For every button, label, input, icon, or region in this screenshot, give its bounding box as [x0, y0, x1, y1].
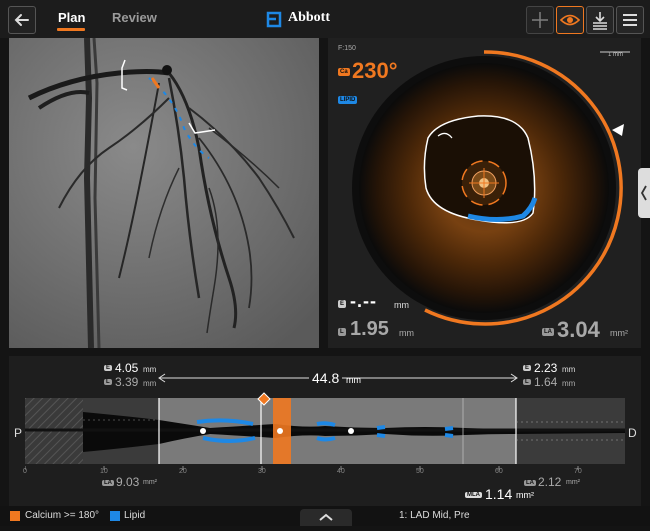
- distance-axis: [25, 466, 579, 470]
- left-la-unit: mm²: [143, 479, 157, 486]
- calcium-legend-label: Calcium >= 180°: [25, 510, 100, 521]
- oct-la-value: 3.04: [557, 317, 600, 342]
- vessel-label: 1: LAD Mid, Pre: [399, 510, 470, 521]
- oct-l-value: 1.95: [350, 318, 389, 340]
- axis-tick-60: 60: [495, 468, 503, 475]
- left-l-unit: mm: [143, 379, 157, 388]
- distal-label: D: [628, 426, 637, 440]
- expand-drawer-button[interactable]: [300, 509, 352, 526]
- back-button[interactable]: [8, 6, 36, 34]
- mla-unit: mm²: [516, 490, 534, 500]
- axis-tick-10: 10: [100, 468, 108, 475]
- e-tag: E: [338, 300, 347, 308]
- lipid-tag: LIPID: [338, 96, 358, 104]
- bottom-bar: Calcium >= 180° Lipid 1: LAD Mid, Pre: [0, 506, 650, 526]
- left-la-tag: LA: [102, 480, 114, 486]
- side-panel-toggle[interactable]: [638, 168, 650, 218]
- frame-number: F:150: [338, 45, 356, 52]
- right-e-tag: E: [523, 365, 532, 371]
- left-e-value: 4.05: [115, 361, 139, 375]
- tab-plan[interactable]: Plan: [58, 10, 85, 25]
- frame-marker-icon[interactable]: [257, 392, 271, 406]
- calcium-legend-swatch: [10, 511, 20, 521]
- oct-e-unit: mm: [394, 300, 409, 310]
- right-l-tag: L: [523, 379, 531, 385]
- left-e-tag: E: [104, 365, 113, 371]
- top-bar: Plan Review Abbott: [0, 0, 650, 38]
- lipid-legend-swatch: [110, 511, 120, 521]
- angiogram-image: [9, 38, 319, 348]
- download-icon: [593, 12, 607, 30]
- l-tag: L: [338, 328, 346, 336]
- length-value: 44.8: [309, 370, 343, 386]
- scale-label: 1 mm: [608, 52, 623, 58]
- chevron-up-icon: [319, 513, 333, 521]
- axis-tick-0: 0: [23, 468, 27, 475]
- mla-tag: MLA: [465, 492, 482, 498]
- axis-tick-30: 30: [258, 468, 266, 475]
- oct-l-unit: mm: [399, 328, 414, 338]
- right-la-unit: mm²: [566, 479, 580, 486]
- right-la-value: 2.12: [538, 475, 562, 489]
- left-e-unit: mm: [143, 365, 157, 374]
- arrow-left-icon: [14, 14, 29, 26]
- crosshair-button[interactable]: [526, 6, 554, 34]
- abbott-logo-icon: [266, 11, 282, 28]
- axis-tick-40: 40: [337, 468, 345, 475]
- right-e-unit: mm: [562, 365, 576, 374]
- crosshair-icon: [532, 12, 548, 28]
- axis-tick-50: 50: [416, 468, 424, 475]
- longitudinal-vessel-image: [25, 398, 625, 464]
- right-l-unit: mm: [562, 379, 576, 388]
- menu-button[interactable]: [616, 6, 644, 34]
- active-tab-indicator: [57, 28, 85, 31]
- left-l-value: 3.39: [115, 375, 139, 389]
- hamburger-menu-icon: [623, 14, 637, 26]
- calcium-tag: Ca: [338, 68, 350, 76]
- brand-name: Abbott: [288, 10, 331, 25]
- oct-e-value: -.--: [350, 291, 377, 311]
- oct-cross-section-view[interactable]: F:150 1 mm Ca 230° LIPID E -.-- mm L 1.9…: [328, 38, 641, 348]
- left-l-tag: L: [104, 379, 112, 385]
- axis-tick-20: 20: [179, 468, 187, 475]
- longitudinal-view[interactable]: E 4.05 mm L 3.39 mm E 2.23 mm L 1.64 mm …: [9, 356, 641, 506]
- left-la-value: 9.03: [116, 475, 140, 489]
- lipid-legend-label: Lipid: [124, 510, 146, 521]
- oct-la-unit: mm²: [610, 328, 628, 338]
- axis-tick-70: 70: [574, 468, 582, 475]
- eye-icon: [559, 14, 581, 26]
- visibility-button[interactable]: [556, 6, 584, 34]
- angiogram-view[interactable]: [9, 38, 319, 348]
- mla-value: 1.14: [485, 486, 513, 502]
- download-button[interactable]: [586, 6, 614, 34]
- tab-review[interactable]: Review: [112, 10, 157, 25]
- chevron-left-icon: [640, 185, 647, 201]
- right-la-tag: LA: [524, 480, 536, 486]
- right-e-value: 2.23: [534, 361, 558, 375]
- la-tag: LA: [542, 328, 554, 336]
- calcium-angle: 230°: [352, 58, 398, 83]
- proximal-label: P: [14, 426, 23, 440]
- right-l-value: 1.64: [534, 375, 558, 389]
- length-unit: mm: [346, 375, 361, 385]
